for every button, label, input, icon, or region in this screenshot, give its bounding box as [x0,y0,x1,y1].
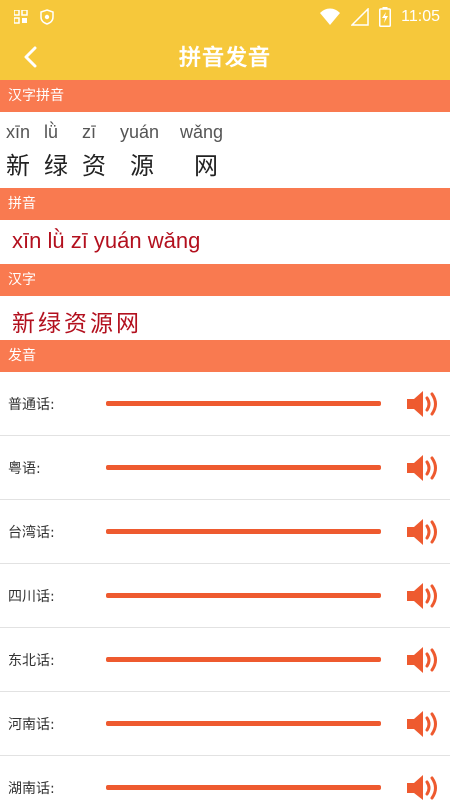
battery-charging-icon [379,7,392,27]
ruby-block: xīn lǜ zī yuán wǎng 新 绿 资 源 网 [0,112,450,186]
speaker-icon[interactable] [405,388,441,420]
pinyin-line: xīn lǜ zī yuán wǎng [12,228,201,253]
page-title: 拼音发音 [178,46,271,71]
ruby-hanzi-char: 网 [194,152,218,180]
dialect-row-sichuanese: 四川话: [0,564,450,628]
audio-progress-bar[interactable] [106,465,381,470]
speaker-icon[interactable] [405,452,441,484]
speaker-icon[interactable] [405,644,441,676]
audio-progress-bar[interactable] [106,657,381,662]
section-header-ruby: 汉字拼音 [0,80,450,112]
section-header-hanzi: 汉字 [0,264,450,296]
ruby-hanzi-char: 源 [130,152,154,180]
speaker-icon[interactable] [405,516,441,548]
speaker-icon[interactable] [405,708,441,740]
ruby-hanzi-char: 绿 [44,152,68,180]
ruby-pinyin-syllable: zī [82,122,97,142]
dialect-row-northeastern: 东北话: [0,628,450,692]
audio-progress-bar[interactable] [106,529,381,534]
dialect-label: 河南话: [8,717,55,733]
dialect-row-cantonese: 粤语: [0,436,450,500]
ruby-pinyin-syllable: lǜ [44,122,59,142]
status-bar: 11:05 [0,0,450,34]
hanzi-line: 新绿资源网 [12,311,142,337]
app-bar: 拼音发音 [0,34,450,80]
signal-icon [351,8,369,26]
clock: 11:05 [401,8,440,25]
shield-icon [40,9,54,25]
dialect-row-henanese: 河南话: [0,692,450,756]
ruby-pinyin-syllable: yuán [120,122,160,142]
dialect-label: 湖南话: [8,781,55,797]
audio-progress-bar[interactable] [106,401,381,406]
dialect-label: 普通话: [8,397,55,413]
section-header-pinyin: 拼音 [0,188,450,220]
audio-progress-bar[interactable] [106,785,381,790]
ruby-hanzi-row: 新 绿 资 源 网 [6,146,240,181]
dialect-row-taiwanese: 台湾话: [0,500,450,564]
speaker-icon[interactable] [405,772,441,800]
ruby-hanzi-char: 资 [82,152,106,180]
section-header-audio: 发音 [0,340,450,372]
dialect-label: 东北话: [8,653,55,669]
audio-progress-bar[interactable] [106,593,381,598]
speaker-icon[interactable] [405,580,441,612]
wifi-icon [320,8,341,25]
apps-grid-icon [14,10,28,24]
dialect-row-hunanese: 湖南话: [0,756,450,800]
dialect-label: 台湾话: [8,525,55,541]
dialect-row-mandarin: 普通话: [0,372,450,436]
dialect-label: 粤语: [8,461,41,477]
ruby-pinyin-row: xīn lǜ zī yuán wǎng [6,122,240,143]
ruby-hanzi-char: 新 [6,152,30,180]
ruby-pinyin-syllable: xīn [6,122,31,142]
audio-progress-bar[interactable] [106,721,381,726]
dialect-label: 四川话: [8,589,55,605]
ruby-pinyin-syllable: wǎng [180,122,224,142]
